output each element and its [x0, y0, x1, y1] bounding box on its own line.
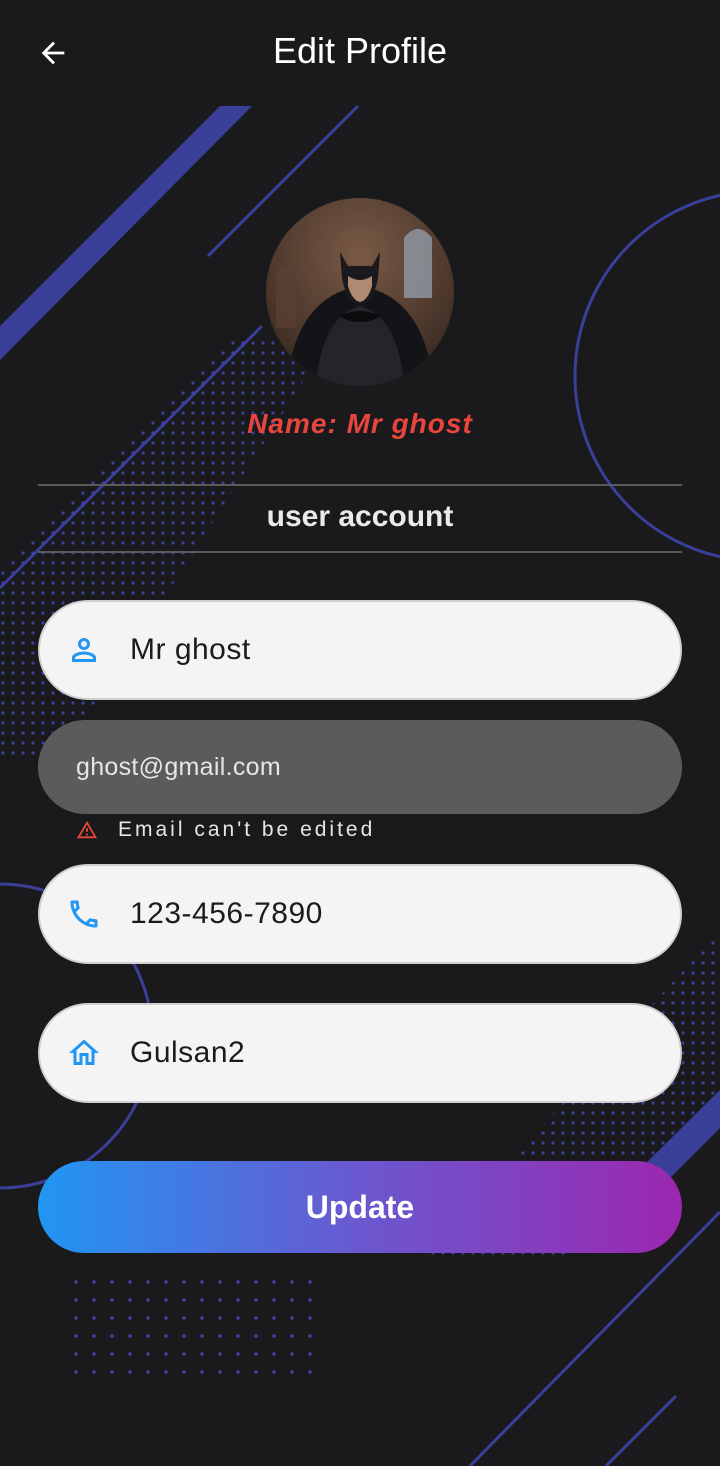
divider-top	[38, 484, 682, 486]
app-bar: Edit Profile	[0, 0, 720, 106]
email-input-value: ghost@gmail.com	[76, 752, 281, 781]
phone-field[interactable]: 123-456-7890	[38, 864, 682, 964]
divider-bottom	[38, 551, 682, 553]
name-value: Mr ghost	[346, 408, 473, 439]
name-label: Name:	[247, 408, 338, 439]
email-hint-text: Email can't be edited	[118, 818, 376, 841]
email-field: ghost@gmail.com	[38, 720, 682, 814]
email-hint: Email can't be edited	[76, 818, 375, 842]
address-field[interactable]: Gulsan2	[38, 1003, 682, 1103]
name-field[interactable]: Mr ghost	[38, 600, 682, 700]
page-title: Edit Profile	[272, 30, 448, 71]
profile-avatar[interactable]	[266, 198, 454, 386]
home-icon	[66, 1035, 102, 1071]
phone-input-value: 123-456-7890	[130, 897, 323, 930]
warning-icon	[76, 820, 98, 839]
name-input-value: Mr ghost	[130, 633, 251, 666]
edit-profile-screen: Edit Profile Name: Mr ghost user account…	[0, 0, 720, 1466]
address-input-value: Gulsan2	[130, 1036, 246, 1069]
phone-icon	[66, 896, 102, 932]
person-icon	[66, 632, 102, 668]
update-button[interactable]: Update	[38, 1161, 682, 1253]
avatar-image	[266, 198, 454, 386]
profile-name: Name: Mr ghost	[0, 408, 720, 440]
section-title: user account	[266, 500, 454, 533]
